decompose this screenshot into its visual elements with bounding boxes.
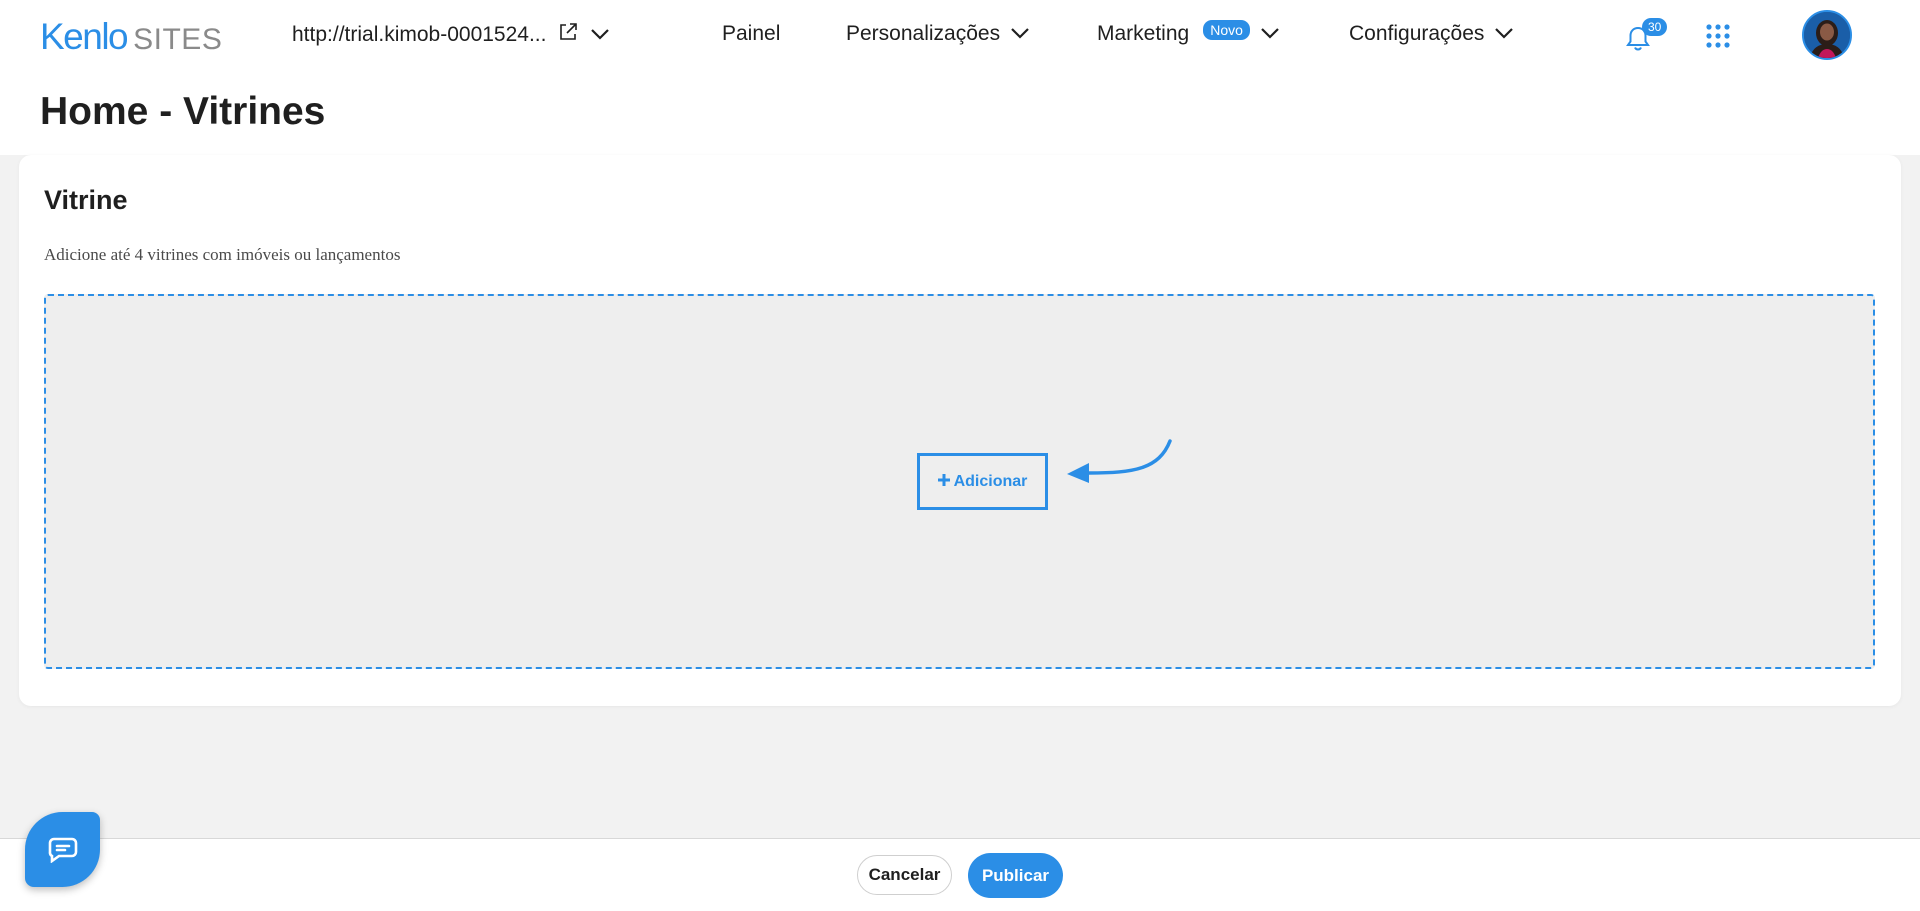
vitrine-dropzone[interactable]: Adicionar [44, 294, 1875, 669]
nav-marketing[interactable]: Marketing Novo [1097, 20, 1280, 46]
nav-marketing-label: Marketing [1097, 22, 1190, 45]
chat-button[interactable] [25, 812, 100, 887]
external-link-icon[interactable] [558, 22, 578, 48]
publish-button[interactable]: Publicar [968, 853, 1063, 898]
nav-painel[interactable]: Painel [722, 22, 780, 46]
vitrine-card: Vitrine Adicione até 4 vitrines com imóv… [19, 155, 1901, 706]
chevron-down-icon [1494, 22, 1514, 46]
nav-personalizacoes[interactable]: Personalizações [846, 22, 1030, 46]
logo-brand: Kenlo [40, 16, 129, 57]
user-avatar[interactable] [1802, 10, 1852, 60]
apps-grid-icon [1706, 24, 1730, 48]
nav-personalizacoes-label: Personalizações [846, 22, 1001, 45]
nav-configuracoes-label: Configurações [1349, 22, 1485, 45]
add-vitrine-label: Adicionar [953, 472, 1028, 490]
card-title: Vitrine [44, 185, 128, 215]
apps-grid-button[interactable] [1706, 24, 1730, 48]
page-title: Home - Vitrines [40, 90, 326, 133]
chevron-down-icon [1010, 22, 1030, 46]
card-description: Adicione até 4 vitrines com imóveis ou l… [44, 245, 401, 264]
plus-icon [937, 473, 950, 491]
notification-count-badge: 30 [1642, 18, 1668, 36]
new-badge: Novo [1203, 20, 1250, 40]
nav-painel-label: Painel [722, 22, 781, 45]
nav-configuracoes[interactable]: Configurações [1349, 22, 1514, 46]
top-bar: Kenlo SITES http://trial.kimob-0001524..… [0, 0, 1920, 155]
cancel-button[interactable]: Cancelar [857, 855, 952, 895]
notifications-button[interactable]: 30 [1620, 18, 1668, 52]
kenlo-sites-logo[interactable]: Kenlo SITES [40, 16, 222, 57]
site-selector[interactable]: http://trial.kimob-0001524... [292, 22, 610, 48]
site-url-text: http://trial.kimob-0001524... [292, 23, 547, 46]
chat-icon [48, 837, 77, 863]
logo-product: SITES [133, 23, 223, 56]
pointer-arrow-icon [1067, 439, 1172, 483]
action-footer: Cancelar Publicar [0, 838, 1920, 911]
chevron-down-icon [1260, 22, 1280, 46]
chevron-down-icon[interactable] [590, 23, 610, 47]
add-vitrine-button[interactable]: Adicionar [917, 453, 1048, 510]
